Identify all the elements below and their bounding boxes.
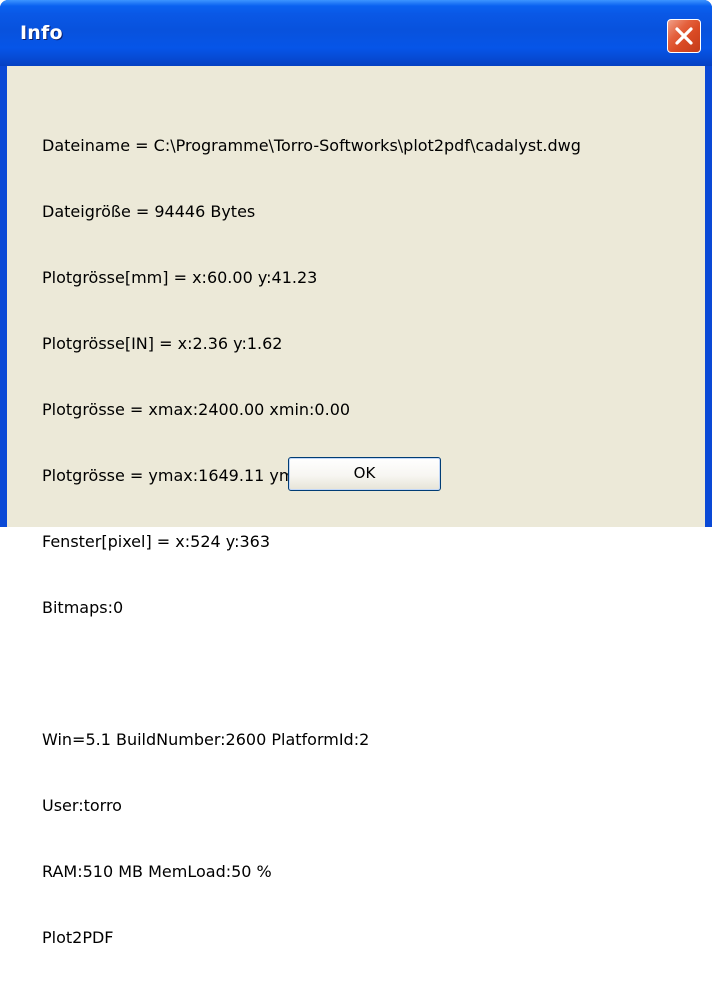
close-button[interactable]: [667, 19, 701, 53]
ok-button[interactable]: OK: [288, 457, 441, 491]
info-line-windows-version: Win=5.1 BuildNumber:2600 PlatformId:2: [42, 730, 370, 749]
info-line-window-pixel: Fenster[pixel] = x:524 y:363: [42, 532, 270, 551]
close-x-icon: [675, 27, 693, 45]
info-line-product: Plot2PDF: [42, 928, 114, 947]
info-text-block: Dateiname = C:\Programme\Torro-Softworks…: [42, 91, 581, 993]
info-line-filesize: Dateigröße = 94446 Bytes: [42, 202, 256, 221]
info-line-user: User:torro: [42, 796, 122, 815]
info-line-bitmaps: Bitmaps:0: [42, 598, 124, 617]
info-dialog-window: Info Dateiname = C:\Programme\Torro-Soft…: [0, 0, 712, 947]
info-line-plotsize-in: Plotgrösse[IN] = x:2.36 y:1.62: [42, 334, 283, 353]
info-line-filename: Dateiname = C:\Programme\Torro-Softworks…: [42, 136, 581, 155]
info-line-plotsize-mm: Plotgrösse[mm] = x:60.00 y:41.23: [42, 268, 318, 287]
info-spacer: [42, 663, 581, 685]
dialog-content: Dateiname = C:\Programme\Torro-Softworks…: [7, 66, 705, 947]
window-title: Info: [20, 22, 63, 44]
info-line-ram: RAM:510 MB MemLoad:50 %: [42, 862, 272, 881]
info-line-plotsize-x: Plotgrösse = xmax:2400.00 xmin:0.00: [42, 400, 351, 419]
title-bar[interactable]: Info: [0, 0, 712, 66]
